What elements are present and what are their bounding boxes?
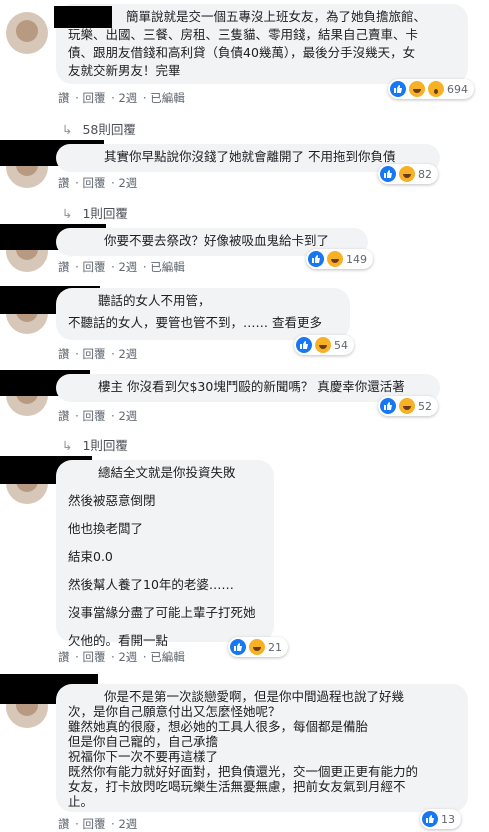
comment-line: 然後被惡意倒閉 [68, 493, 156, 508]
replies-count[interactable]: 58則回覆 [82, 122, 135, 137]
edited-label: 已編輯 [150, 260, 185, 274]
reply-arrow-icon: ↳ [62, 122, 73, 137]
comment-actions: 讚 · 回覆 · 2週 [58, 817, 138, 831]
comment-line: 沒事當緣分盡了可能上輩子打死她 [68, 605, 256, 620]
timestamp[interactable]: 2週 [118, 260, 137, 274]
comment-actions: 讚 · 回覆 · 2週 · 已編輯 [58, 650, 185, 664]
reply-link[interactable]: 回覆 [82, 347, 105, 361]
reactions-summary[interactable]: 54 [294, 335, 354, 355]
reply-link[interactable]: 回覆 [82, 409, 105, 423]
comment-line: 然後幫人養了10年的老婆…… [68, 577, 234, 592]
like-icon [380, 398, 396, 414]
reply-link[interactable]: 回覆 [82, 91, 105, 105]
reply-arrow-icon: ↳ [62, 438, 73, 453]
reply-link[interactable]: 回覆 [82, 817, 105, 831]
reaction-count: 82 [418, 167, 432, 181]
edited-label: 已編輯 [150, 650, 185, 664]
reply-link[interactable]: 回覆 [82, 260, 105, 274]
like-icon [230, 639, 246, 655]
reaction-count: 54 [334, 338, 348, 352]
reactions-summary[interactable]: 694 [388, 79, 474, 99]
reply-link[interactable]: 回覆 [82, 650, 105, 664]
comment-line: 你要不要去祭改？好像被吸血鬼給卡到了 [104, 233, 330, 248]
haha-icon [315, 337, 331, 353]
like-icon [296, 337, 312, 353]
like-icon [422, 811, 438, 827]
reactions-summary[interactable]: 82 [378, 164, 438, 184]
timestamp[interactable]: 2週 [118, 650, 137, 664]
like-link[interactable]: 讚 [58, 409, 70, 423]
haha-icon [399, 166, 415, 182]
comment-line: 玩樂、出國、三餐、房租、三隻貓、零用錢，結果自己賣車、卡 [68, 27, 419, 42]
comment-line: 簡單說就是交一個五專沒上班女友，為了她負擔旅館、 [126, 9, 427, 24]
reaction-count: 21 [268, 640, 282, 654]
see-more-link[interactable]: 查看更多 [272, 315, 322, 330]
haha-icon [399, 398, 415, 414]
redacted-author-name [54, 6, 112, 28]
timestamp[interactable]: 2週 [118, 176, 137, 190]
comment-actions: 讚 · 回覆 · 2週 [58, 176, 138, 190]
like-icon [390, 81, 406, 97]
timestamp[interactable]: 2週 [118, 817, 137, 831]
comment-line: 他也換老闆了 [68, 521, 144, 536]
comment-actions: 讚 · 回覆 · 2週 [58, 347, 138, 361]
haha-icon [249, 639, 265, 655]
comment-line: 女友，打卡放閃吃喝玩樂生活無憂無慮，把前女友氣到月經不 [68, 779, 406, 794]
comment-bubble: 簡單說就是交一個五專沒上班女友，為了她負擔旅館、 玩樂、出國、三餐、房租、三隻貓… [56, 4, 468, 84]
like-link[interactable]: 讚 [58, 176, 70, 190]
reaction-count: 13 [441, 812, 455, 826]
replies-count[interactable]: 1則回覆 [82, 438, 127, 453]
reply-arrow-icon: ↳ [62, 206, 73, 221]
timestamp[interactable]: 2週 [118, 91, 137, 105]
like-icon [308, 251, 324, 267]
reactions-summary[interactable]: 149 [306, 249, 373, 269]
reactions-summary[interactable]: 21 [228, 637, 288, 657]
replies-count[interactable]: 1則回覆 [82, 206, 127, 221]
comment-bubble: 總結全文就是你投資失敗 然後被惡意倒閉 他也換老闆了 結束0.0 然後幫人養了1… [56, 460, 274, 648]
reply-link[interactable]: 回覆 [82, 176, 105, 190]
view-replies-link[interactable]: ↳ 58則回覆 [62, 119, 136, 138]
comment-actions: 讚 · 回覆 · 2週 · 已編輯 [58, 91, 185, 105]
edited-label: 已編輯 [150, 91, 185, 105]
haha-icon [327, 251, 343, 267]
commenter-avatar[interactable] [6, 12, 48, 54]
comment-actions: 讚 · 回覆 · 2週 · 已編輯 [58, 260, 185, 274]
like-link[interactable]: 讚 [58, 347, 70, 361]
comment-line: 不聽話的女人，要管也管不到，…… 查看更多 [68, 315, 323, 330]
view-replies-link[interactable]: ↳ 1則回覆 [62, 203, 128, 222]
comment-bubble: 你是不是第一次談戀愛啊，但是你中間過程也說了好幾 次，是你自己願意付出又怎麼怪她… [56, 684, 468, 812]
like-link[interactable]: 讚 [58, 260, 70, 274]
wow-icon [428, 81, 444, 97]
comment-line: 債、跟朋友借錢和高利貸（負債40幾萬），最後分手沒幾天，女 [68, 45, 416, 60]
reactions-summary[interactable]: 13 [420, 809, 461, 829]
comment-line: 樓主 你沒看到欠$30塊鬥毆的新聞嗎？ 真慶幸你還活著 [98, 379, 405, 394]
haha-icon [409, 81, 425, 97]
comment-line: 結束0.0 [68, 549, 113, 564]
reactions-summary[interactable]: 52 [378, 396, 438, 416]
like-link[interactable]: 讚 [58, 91, 70, 105]
reaction-count: 694 [447, 82, 468, 96]
like-link[interactable]: 讚 [58, 817, 70, 831]
comment-line: 其實你早點說你沒錢了她就會離開了 不用拖到你負債 [104, 149, 396, 164]
reaction-count: 149 [346, 252, 367, 266]
comment-line: 總結全文就是你投資失敗 [98, 465, 236, 480]
comment-actions: 讚 · 回覆 · 2週 [58, 409, 138, 423]
timestamp[interactable]: 2週 [118, 347, 137, 361]
like-icon [380, 166, 396, 182]
comment-line: 友就交新男友！完畢 [68, 63, 181, 78]
reaction-count: 52 [418, 399, 432, 413]
comment-line: 聽話的女人不用管， [98, 293, 211, 308]
like-link[interactable]: 讚 [58, 650, 70, 664]
comment-bubble: 聽話的女人不用管， 不聽話的女人，要管也管不到，…… 查看更多 [56, 288, 350, 340]
view-replies-link[interactable]: ↳ 1則回覆 [62, 435, 128, 454]
timestamp[interactable]: 2週 [118, 409, 137, 423]
